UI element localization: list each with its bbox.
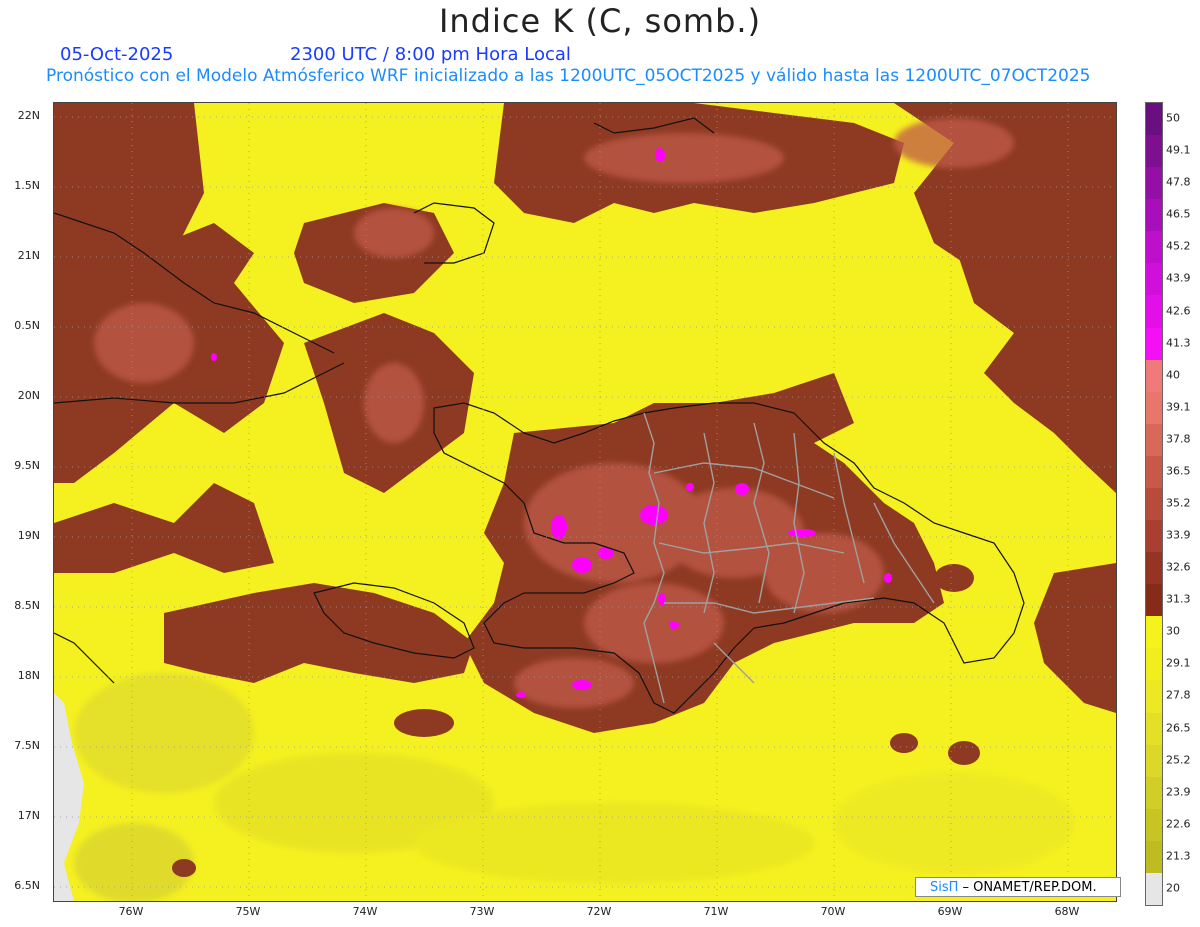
lon-label: 72W [586, 905, 612, 918]
lon-label: 69W [937, 905, 963, 918]
color-scale-cell [1146, 584, 1162, 617]
lon-label: 75W [235, 905, 261, 918]
lat-label: 8.5N [14, 599, 40, 612]
color-scale-cell [1146, 487, 1162, 521]
forecast-time: 2300 UTC / 8:00 pm Hora Local [290, 44, 571, 65]
map-canvas [54, 103, 1116, 901]
color-scale-cell [1146, 552, 1162, 585]
color-scale-cell [1146, 455, 1162, 489]
credit-brand: SisΠ [930, 880, 959, 895]
lon-label: 68W [1054, 905, 1080, 918]
color-scale-label: 43.9 [1166, 271, 1191, 285]
lon-label: 70W [820, 905, 846, 918]
color-scale-cell [1146, 327, 1162, 361]
model-description: Pronóstico con el Modelo Atmósferico WRF… [46, 66, 1091, 86]
credit-text: – ONAMET/REP.DOM. [958, 880, 1097, 895]
color-scale-cell [1146, 103, 1162, 136]
color-scale-label: 21.3 [1166, 849, 1191, 863]
color-scale-cell [1146, 712, 1162, 746]
color-scale-label: 23.9 [1166, 785, 1191, 799]
color-scale-cell [1146, 648, 1162, 681]
color-scale-label: 25.2 [1166, 753, 1191, 767]
lat-label: 19N [17, 529, 40, 542]
color-scale-cell [1146, 840, 1162, 874]
color-scale-label: 32.6 [1166, 560, 1191, 574]
color-scale-cell [1146, 167, 1162, 200]
color-scale-label: 35.2 [1166, 496, 1191, 510]
k-index-map [53, 102, 1117, 902]
color-scale-bar [1145, 102, 1163, 906]
color-scale-label: 36.5 [1166, 464, 1191, 478]
lat-label: 22N [17, 109, 40, 122]
lon-label: 74W [352, 905, 378, 918]
color-scale-label: 50 [1166, 111, 1180, 125]
color-scale-label: 45.2 [1166, 239, 1191, 253]
color-scale-label: 27.8 [1166, 688, 1191, 702]
color-scale-label: 20 [1166, 881, 1180, 895]
lon-label: 73W [469, 905, 495, 918]
lon-label: 76W [118, 905, 144, 918]
color-scale-label: 39.1 [1166, 400, 1191, 414]
color-scale-cell [1146, 744, 1162, 778]
color-scale-cell [1146, 808, 1162, 842]
color-scale-cell [1146, 423, 1162, 457]
color-scale-label: 47.8 [1166, 175, 1191, 189]
color-scale-cell [1146, 616, 1162, 649]
lat-label: 9.5N [14, 459, 40, 472]
color-scale-label: 31.3 [1166, 592, 1191, 606]
color-scale-label: 29.1 [1166, 656, 1191, 670]
lat-label: 17N [17, 809, 40, 822]
lon-label: 71W [703, 905, 729, 918]
color-scale-cell [1146, 776, 1162, 810]
lat-label: 7.5N [14, 739, 40, 752]
color-scale-label: 33.9 [1166, 528, 1191, 542]
lat-label: 21N [17, 249, 40, 262]
color-scale-cell [1146, 135, 1162, 168]
lat-label: 0.5N [14, 319, 40, 332]
lat-label: 1.5N [14, 179, 40, 192]
color-scale-cell [1146, 520, 1162, 553]
credit-box: SisΠ – ONAMET/REP.DOM. [915, 877, 1121, 897]
lat-label: 18N [17, 669, 40, 682]
color-scale-label: 42.6 [1166, 304, 1191, 318]
map-title: Indice K (C, somb.) [438, 2, 762, 40]
color-scale-cell [1146, 680, 1162, 714]
lat-label: 20N [17, 389, 40, 402]
color-scale-label: 30 [1166, 624, 1180, 638]
color-scale-cell [1146, 359, 1162, 393]
color-scale-label: 46.5 [1166, 207, 1191, 221]
color-scale-cell [1146, 199, 1162, 232]
color-scale-cell [1146, 391, 1162, 425]
color-scale-cell [1146, 231, 1162, 264]
color-scale-cell [1146, 872, 1162, 906]
color-scale-label: 22.6 [1166, 817, 1191, 831]
color-scale-label: 41.3 [1166, 336, 1191, 350]
color-scale-cell [1146, 295, 1162, 329]
lat-label: 6.5N [14, 879, 40, 892]
color-scale-label: 37.8 [1166, 432, 1191, 446]
forecast-date: 05-Oct-2025 [60, 44, 174, 65]
color-scale-cell [1146, 263, 1162, 296]
color-scale-label: 26.5 [1166, 721, 1191, 735]
color-scale-label: 49.1 [1166, 143, 1191, 157]
color-scale-label: 40 [1166, 368, 1180, 382]
